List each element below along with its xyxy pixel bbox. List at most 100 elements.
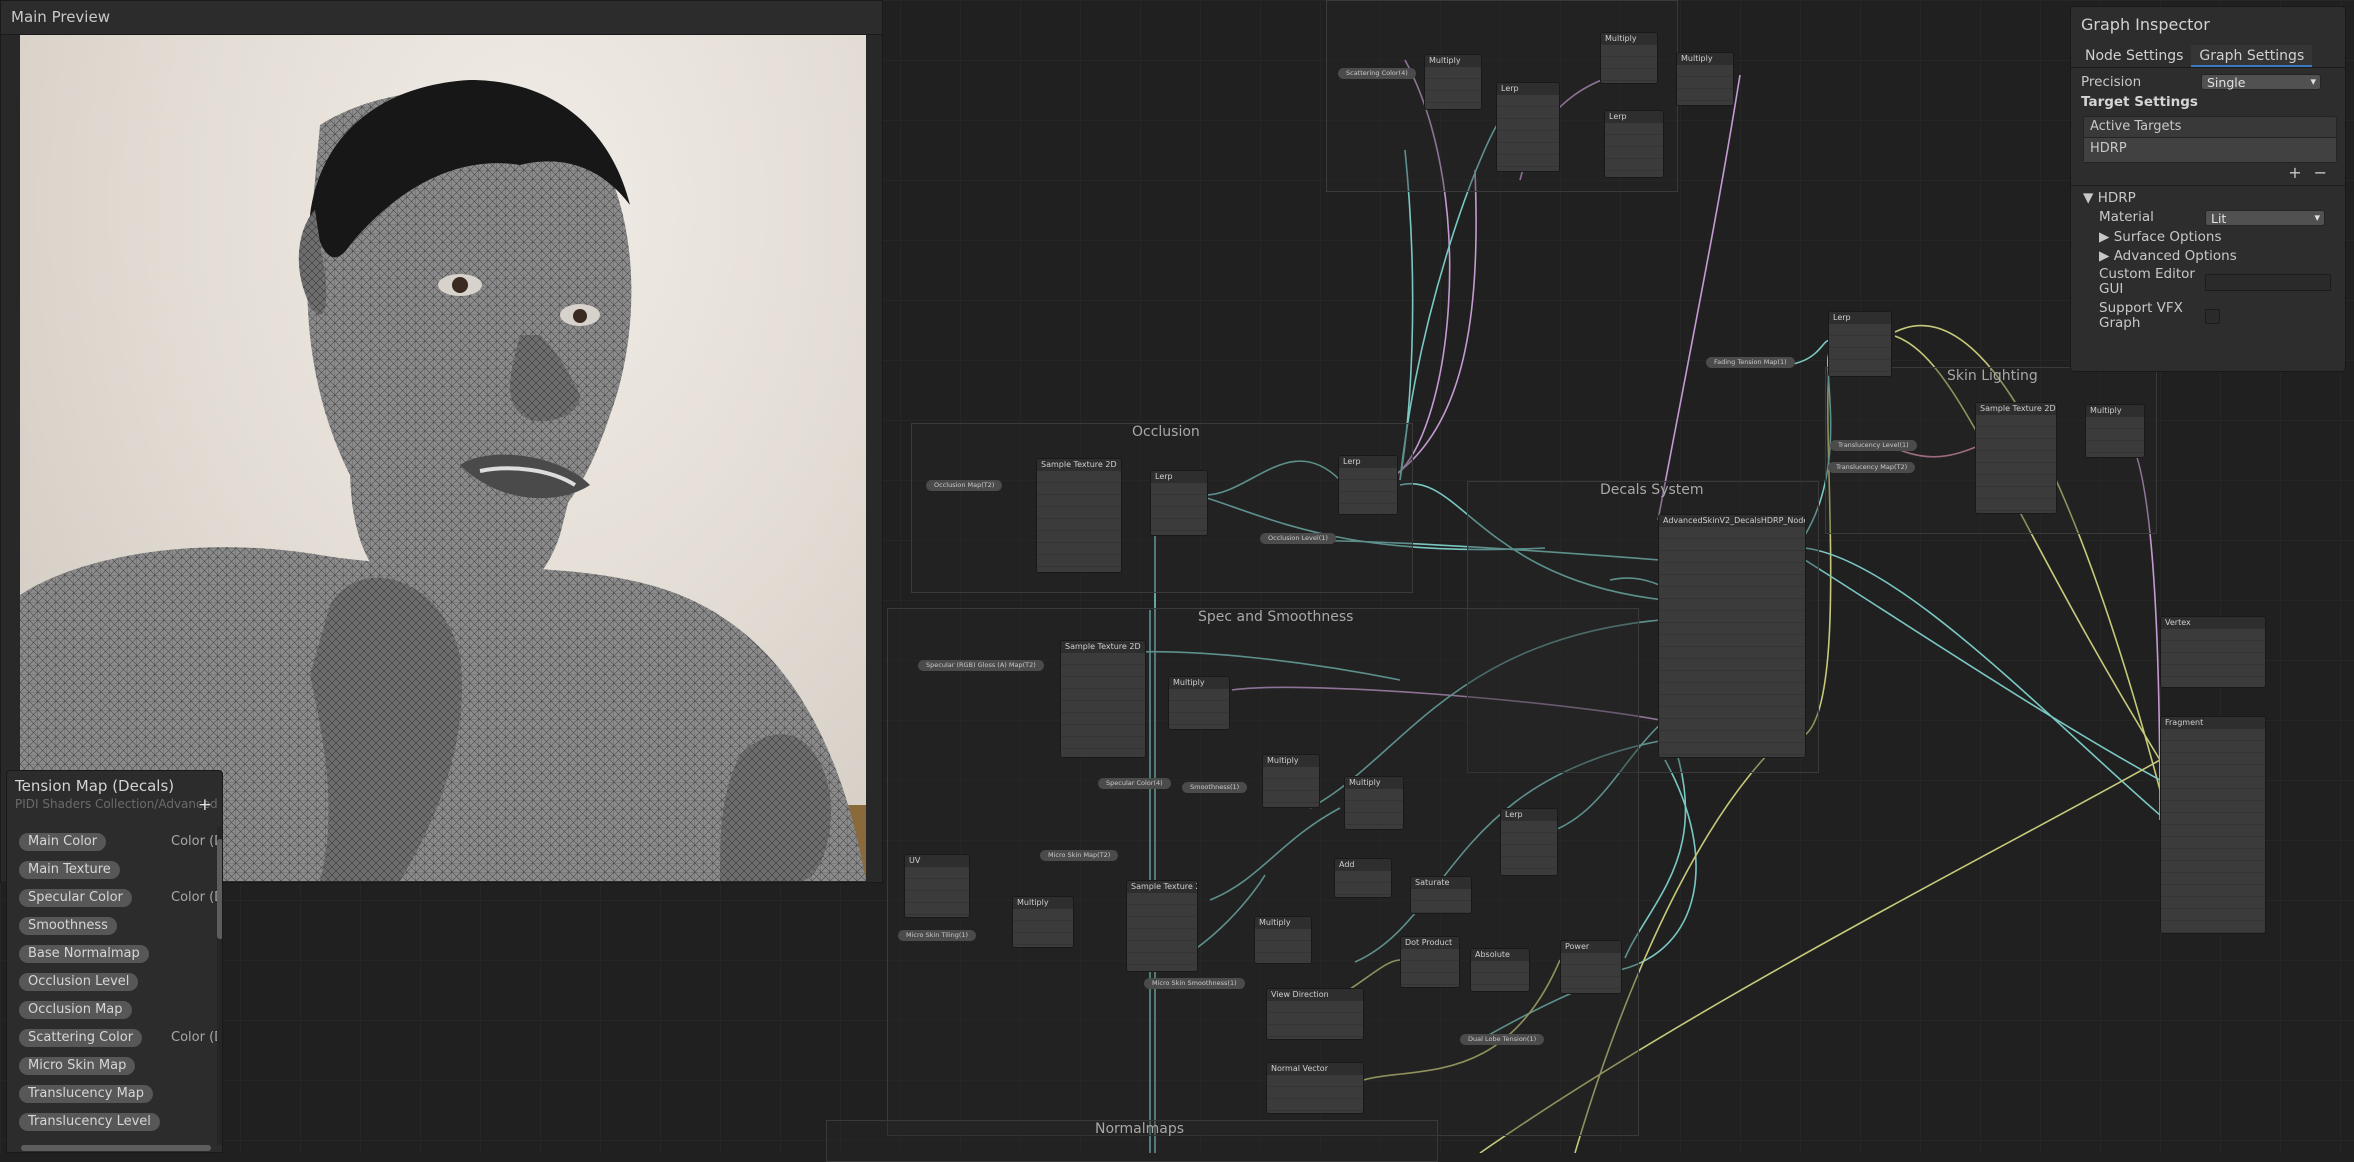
custom-editor-field[interactable] <box>2205 273 2331 291</box>
blackboard-property[interactable]: Translucency Map <box>19 1085 153 1103</box>
foldout-arrow-icon: ▼ <box>2083 190 2098 206</box>
sample-texture-node[interactable]: Sample Texture 2D <box>1126 880 1198 972</box>
multiply-node[interactable]: Multiply <box>1168 676 1230 730</box>
node-title: Multiply <box>1263 755 1319 767</box>
lerp-node[interactable]: Lerp <box>1500 808 1558 876</box>
power-node[interactable]: Power <box>1560 940 1622 994</box>
multiply-node[interactable]: Multiply <box>1600 32 1658 84</box>
group-title-spec: Spec and Smoothness <box>1198 609 1354 625</box>
blackboard-property[interactable]: Translucency Level <box>19 1113 160 1131</box>
multiply-node[interactable]: Multiply <box>1676 52 1734 106</box>
active-target-hdrp[interactable]: HDRP <box>2084 138 2336 162</box>
node-title: Dot Product <box>1401 937 1459 949</box>
group-title-occlusion: Occlusion <box>1132 424 1200 440</box>
node-title: AdvancedSkinV2_DecalsHDRP_Node <box>1659 515 1805 527</box>
node-title: Lerp <box>1339 456 1397 468</box>
property-node[interactable]: Scattering Color(4) <box>1338 68 1416 79</box>
remove-target-button[interactable]: − <box>2314 163 2327 182</box>
group-title-skin: Skin Lighting <box>1947 368 2038 384</box>
sample-texture-node[interactable]: Sample Texture 2D <box>1975 402 2057 514</box>
node-title: Multiply <box>1345 777 1403 789</box>
multiply-node[interactable]: Multiply <box>1254 916 1312 964</box>
multiply-node[interactable]: Multiply <box>1424 54 1482 110</box>
support-vfx-checkbox[interactable] <box>2205 308 2220 324</box>
blackboard-property[interactable]: Micro Skin Map <box>19 1057 136 1075</box>
material-label: Material <box>2099 209 2154 225</box>
blackboard-property[interactable]: Smoothness <box>19 917 117 935</box>
lerp-node[interactable]: Lerp <box>1150 470 1208 536</box>
precision-dropdown[interactable]: Single <box>2201 74 2321 90</box>
graph-inspector-panel[interactable]: Graph Inspector Node Settings Graph Sett… <box>2070 6 2346 372</box>
add-target-button[interactable]: + <box>2288 163 2301 182</box>
node-title: Lerp <box>1605 111 1663 123</box>
lerp-node[interactable]: Lerp <box>1338 455 1398 515</box>
tab-graph-settings[interactable]: Graph Settings <box>2191 45 2313 67</box>
property-node[interactable]: Occlusion Level(1) <box>1260 533 1336 544</box>
normal-vector-node[interactable]: Normal Vector <box>1266 1062 1364 1114</box>
node-title: Multiply <box>1677 53 1733 65</box>
support-vfx-label: Support VFX Graph <box>2099 300 2183 331</box>
blackboard-scrollbar-thumb[interactable] <box>217 839 222 939</box>
view-direction-node[interactable]: View Direction <box>1266 988 1364 1040</box>
blackboard-property[interactable]: Specular Color <box>19 889 132 907</box>
blackboard-subtitle: PIDI Shaders Collection/Advanced <box>15 797 218 811</box>
vertex-master-node[interactable]: Vertex <box>2160 616 2266 688</box>
node-title: Multiply <box>1013 897 1073 909</box>
lerp-node[interactable]: Lerp <box>1604 110 1664 178</box>
lerp-node[interactable]: Lerp <box>1828 311 1892 377</box>
advanced-options-label: Advanced Options <box>2113 247 2237 264</box>
property-node[interactable]: Fading Tension Map(1) <box>1706 357 1795 368</box>
node-title: Multiply <box>1169 677 1229 689</box>
property-node[interactable]: Dual Lobe Tension(1) <box>1460 1034 1545 1045</box>
hdrp-foldout-label: HDRP <box>2097 190 2136 206</box>
advanced-options-foldout[interactable]: ▶ Advanced Options <box>2071 246 2345 265</box>
blackboard-property[interactable]: Occlusion Level <box>19 973 139 991</box>
uv-node[interactable]: UV <box>904 854 970 918</box>
material-row: Material Lit <box>2071 208 2345 227</box>
surface-options-label: Surface Options <box>2113 228 2222 245</box>
multiply-node[interactable]: Multiply <box>1262 754 1320 808</box>
property-node[interactable]: Translucency Map(T2) <box>1828 462 1916 473</box>
multiply-node[interactable]: Multiply <box>2085 404 2145 458</box>
node-title: Saturate <box>1411 877 1471 889</box>
blackboard-panel[interactable]: Tension Map (Decals) PIDI Shaders Collec… <box>6 770 223 1153</box>
multiply-node[interactable]: Multiply <box>1012 896 1074 948</box>
blackboard-property[interactable]: Base Normalmap <box>19 945 149 963</box>
tab-node-settings[interactable]: Node Settings <box>2077 45 2191 67</box>
multiply-node[interactable]: Multiply <box>1344 776 1404 830</box>
property-node[interactable]: Occlusion Map(T2) <box>926 480 1003 491</box>
property-node[interactable]: Specular Color(4) <box>1098 778 1171 789</box>
absolute-node[interactable]: Absolute <box>1470 948 1530 992</box>
property-node[interactable]: Micro Skin Tiling(1) <box>898 930 977 941</box>
blackboard-property-type: Color (D <box>171 1030 223 1045</box>
node-title: Vertex <box>2161 617 2265 629</box>
sample-texture-node[interactable]: Sample Texture 2D <box>1036 458 1122 573</box>
hdrp-foldout[interactable]: ▼ HDRP <box>2071 188 2345 208</box>
add-node[interactable]: Add <box>1334 858 1392 898</box>
saturate-node[interactable]: Saturate <box>1410 876 1472 914</box>
blackboard-property[interactable]: Scattering Color <box>19 1029 143 1047</box>
property-node[interactable]: Micro Skin Map(T2) <box>1040 850 1119 861</box>
sample-texture-node[interactable]: Sample Texture 2D <box>1060 640 1146 758</box>
main-preview-panel[interactable]: Main Preview <box>0 0 883 883</box>
node-title: Multiply <box>1425 55 1481 67</box>
add-property-button[interactable]: + <box>198 795 212 815</box>
lerp-node[interactable]: Lerp <box>1496 82 1560 172</box>
decals-subgraph-node[interactable]: AdvancedSkinV2_DecalsHDRP_Node <box>1658 514 1806 758</box>
blackboard-property[interactable]: Occlusion Map <box>19 1001 132 1019</box>
property-node[interactable]: Translucency Level(1) <box>1830 440 1917 451</box>
active-targets-list: Active Targets HDRP <box>2083 116 2337 163</box>
blackboard-property[interactable]: Main Texture <box>19 861 120 879</box>
material-dropdown[interactable]: Lit <box>2205 209 2325 226</box>
blackboard-property[interactable]: Main Color <box>19 833 107 851</box>
node-title: Power <box>1561 941 1621 953</box>
surface-options-foldout[interactable]: ▶ Surface Options <box>2071 227 2345 246</box>
property-node[interactable]: Micro Skin Smoothness(1) <box>1144 978 1245 989</box>
blackboard-horizontal-scrollbar[interactable] <box>21 1145 211 1151</box>
property-node[interactable]: Smoothness(1) <box>1182 782 1248 793</box>
dot-product-node[interactable]: Dot Product <box>1400 936 1460 988</box>
preview-viewport[interactable] <box>20 35 866 881</box>
fragment-master-node[interactable]: Fragment <box>2160 716 2266 934</box>
node-title: Lerp <box>1501 809 1557 821</box>
property-node[interactable]: Specular (RGB) Gloss (A) Map(T2) <box>918 660 1044 671</box>
